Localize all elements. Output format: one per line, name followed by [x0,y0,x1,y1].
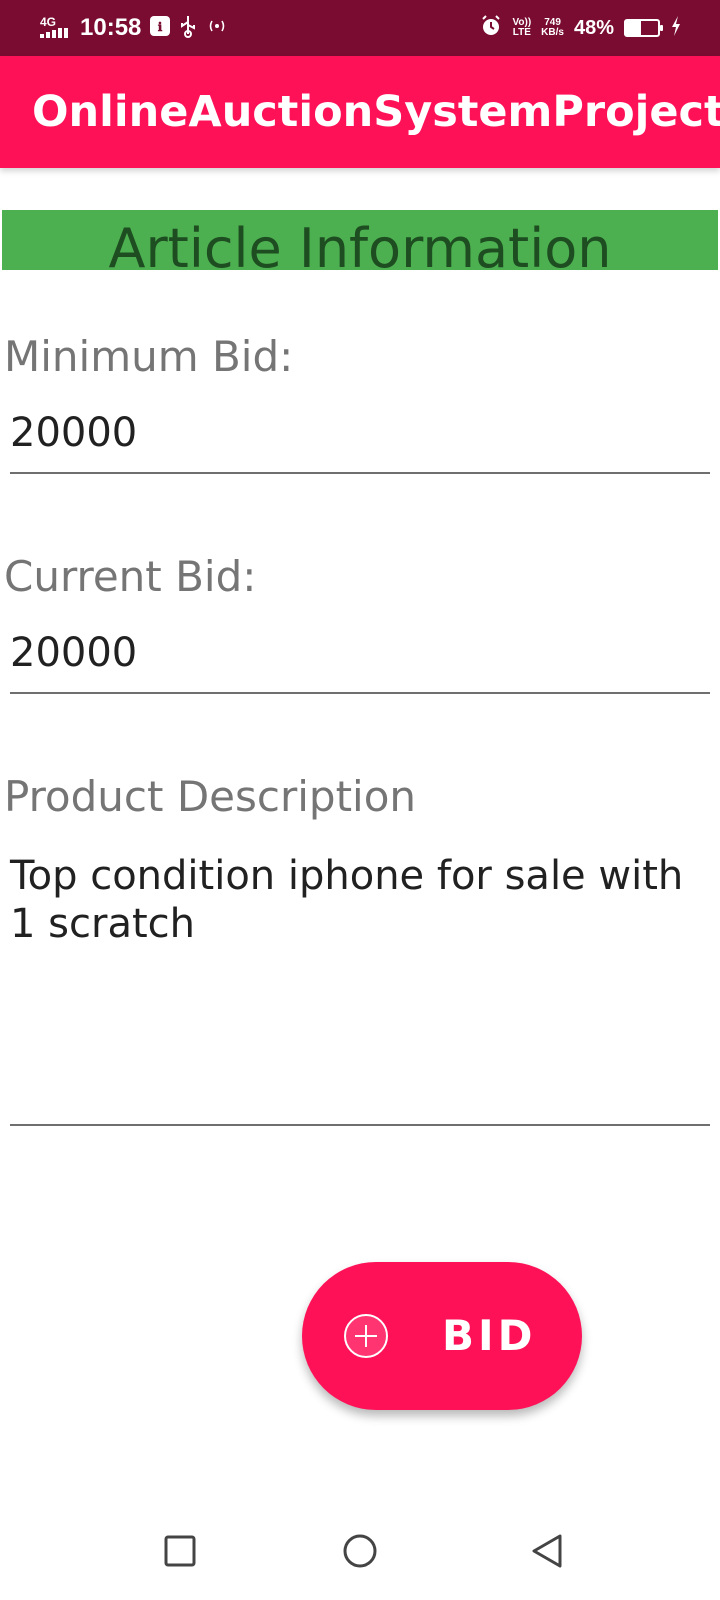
recents-button[interactable] [145,1516,215,1586]
usb-debug-icon: ℹ [149,15,171,42]
app-title: OnlineAuctionSystemProject [32,87,720,137]
current-bid-field[interactable]: 20000 [10,630,710,694]
product-description-label: Product Description [4,772,417,821]
volte-indicator: Vo)) LTE [512,17,532,38]
status-bar: 4G 10:58 ℹ Vo)) LTE 749 KB/s 48% [0,0,720,56]
article-header-text: Article Information [108,217,612,270]
current-bid-value: 20000 [10,630,138,676]
minimum-bid-field[interactable]: 20000 [10,410,710,474]
recents-icon [164,1535,196,1567]
home-icon [343,1534,377,1568]
battery-fill [626,21,642,35]
usb-icon [179,14,197,43]
alarm-icon [480,14,502,42]
signal-icon: 4G [40,16,72,40]
back-button[interactable] [512,1516,582,1586]
add-circle-icon [344,1314,388,1358]
minimum-bid-label: Minimum Bid: [4,332,294,381]
battery-icon [624,19,663,37]
navigation-bar [0,1500,720,1600]
minimum-bid-value: 20000 [10,410,138,456]
bid-button-label: BID [442,1311,537,1360]
article-header: Article Information [2,210,718,270]
bid-button[interactable]: BID [302,1262,582,1410]
back-icon [532,1534,562,1568]
data-speed: 749 KB/s [541,17,564,38]
product-description-field[interactable]: Top condition iphone for sale with 1 scr… [10,852,710,1126]
charging-icon [670,15,682,42]
current-bid-label: Current Bid: [4,552,257,601]
status-bar-right: Vo)) LTE 749 KB/s 48% [480,12,682,44]
home-button[interactable] [325,1516,395,1586]
svg-text:ℹ: ℹ [158,20,163,34]
battery-percent: 48% [573,16,614,39]
product-description-value: Top condition iphone for sale with 1 scr… [10,853,684,947]
status-bar-left: 4G 10:58 ℹ [40,12,229,44]
clock: 10:58 [80,14,142,41]
network-type: 4G [40,15,57,29]
app-bar: OnlineAuctionSystemProject [0,56,720,168]
hotspot-icon [205,16,229,41]
